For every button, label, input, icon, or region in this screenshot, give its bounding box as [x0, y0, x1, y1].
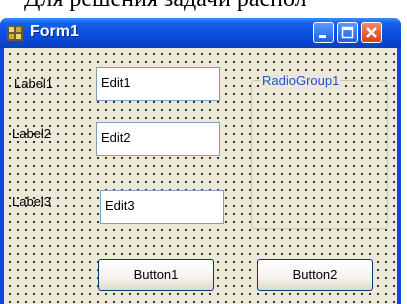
document-text-fragment: Для решения задачи распол	[24, 0, 307, 13]
window-title: Form1	[30, 23, 79, 40]
close-button[interactable]	[361, 22, 382, 43]
radio-group[interactable]: RadioGroup1	[251, 73, 388, 229]
title-bar[interactable]: Form1	[0, 18, 401, 48]
edit2-field[interactable]: Edit2	[96, 122, 220, 156]
form-window: Form1 Label1 Label2 Label3 Edit1 Edit2 E…	[0, 18, 401, 304]
form-client-area: Label1 Label2 Label3 Edit1 Edit2 Edit3 R…	[4, 48, 397, 304]
label3: Label3	[12, 194, 52, 209]
radio-group-caption: RadioGroup1	[260, 73, 342, 88]
minimize-icon	[319, 35, 326, 38]
label1: Label1	[14, 76, 54, 91]
app-icon	[7, 25, 23, 41]
close-icon	[366, 27, 377, 38]
screenshot-root: Для решения задачи распол Form1	[0, 0, 407, 304]
button1[interactable]: Button1	[98, 259, 214, 291]
edit1-field[interactable]: Edit1	[96, 67, 220, 101]
maximize-icon	[341, 26, 354, 39]
maximize-button[interactable]	[337, 22, 358, 43]
label2: Label2	[12, 126, 52, 141]
edit3-field[interactable]: Edit3	[100, 190, 224, 224]
button2[interactable]: Button2	[257, 259, 373, 291]
minimize-button[interactable]	[313, 22, 334, 43]
